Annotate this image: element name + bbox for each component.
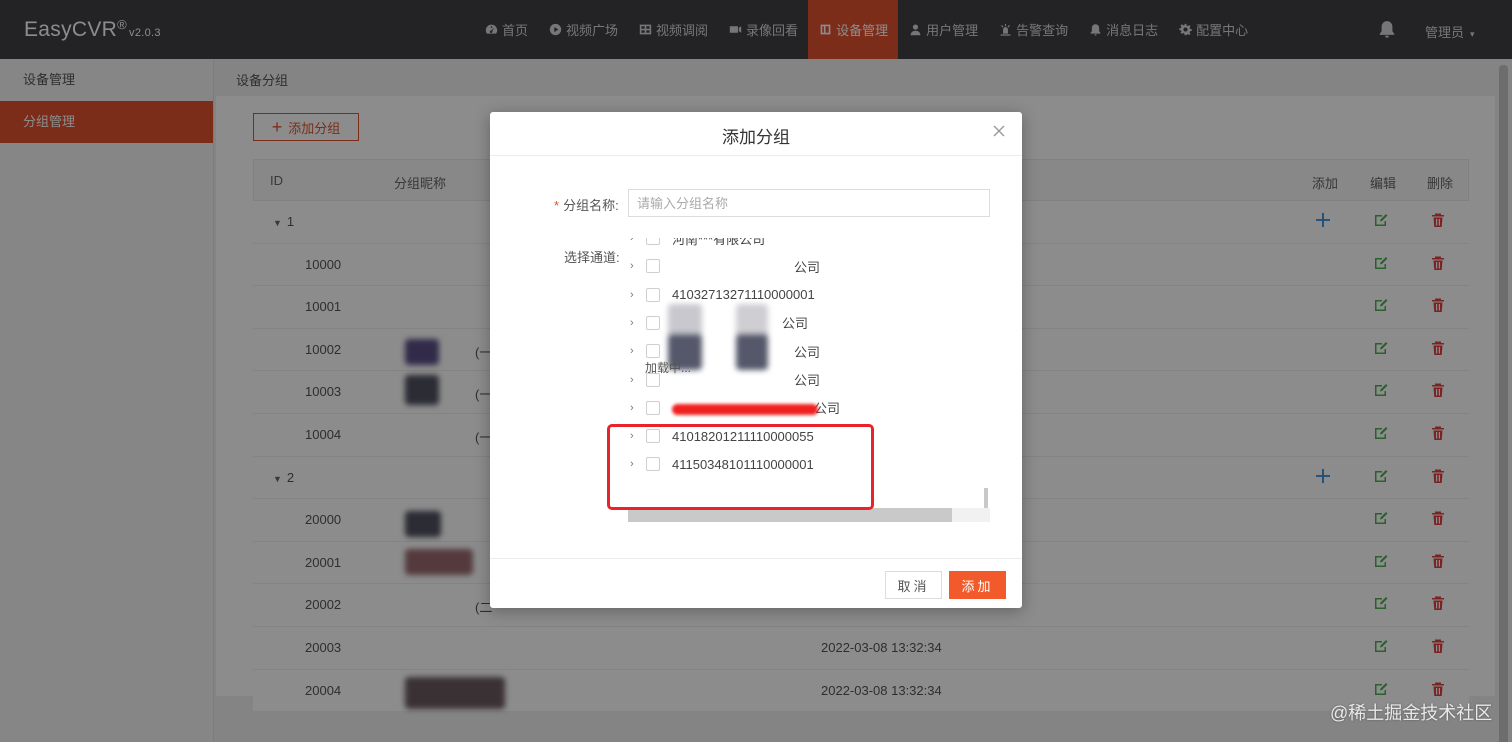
- annotation-highlight-box: [607, 424, 874, 510]
- tree-loading-text: 加载中...: [645, 361, 692, 375]
- chevron-right-icon[interactable]: ›: [630, 317, 640, 329]
- redaction-blur: [736, 304, 768, 336]
- group-name-label-text: 分组名称:: [563, 198, 619, 213]
- chevron-right-icon[interactable]: ›: [630, 374, 640, 386]
- tree-node-checkbox[interactable]: [646, 315, 660, 330]
- red-redaction-scribble: [672, 404, 818, 415]
- tree-node-label: 41032713271110000001: [672, 287, 815, 303]
- group-name-label: * 分组名称:: [554, 195, 619, 214]
- tree-node-checkbox[interactable]: [646, 287, 660, 302]
- close-icon[interactable]: [992, 124, 1008, 140]
- dialog-footer: 取消 添加: [490, 558, 1022, 608]
- tree-vertical-scrollbar[interactable]: [984, 238, 990, 518]
- redaction-blur: [736, 334, 768, 370]
- watermark: @稀土掘金技术社区: [1330, 703, 1493, 723]
- chevron-right-icon[interactable]: ›: [630, 238, 640, 244]
- confirm-add-button[interactable]: 添加: [949, 571, 1006, 599]
- scrollbar-thumb[interactable]: [628, 508, 952, 522]
- chevron-right-icon[interactable]: ›: [630, 402, 640, 414]
- dialog-header: 添加分组: [490, 112, 1022, 156]
- tree-node[interactable]: › 公司: [628, 252, 978, 280]
- tree-node-checkbox[interactable]: [646, 344, 660, 359]
- group-name-input[interactable]: [628, 189, 990, 217]
- tree-node-checkbox[interactable]: [646, 400, 660, 415]
- tree-node-label: 河南***有限公司: [672, 238, 766, 247]
- chevron-right-icon[interactable]: ›: [630, 289, 640, 301]
- channel-select-label: 选择通道:: [564, 250, 620, 265]
- required-mark: *: [554, 198, 560, 213]
- tree-node-checkbox[interactable]: [646, 238, 660, 245]
- tree-node[interactable]: › 河南***有限公司: [628, 238, 978, 252]
- cancel-button[interactable]: 取消: [885, 571, 942, 599]
- chevron-right-icon[interactable]: ›: [630, 260, 640, 272]
- tree-node-label: 公司: [794, 259, 821, 275]
- tree-node-label: 公司: [782, 316, 809, 332]
- tree-node-label: 公司: [794, 344, 821, 360]
- add-group-dialog: 添加分组 *分组名称: 选择通道: › 河南***有限公司 › 公司 › 41032713…: [490, 112, 1022, 608]
- tree-horizontal-scrollbar[interactable]: [628, 508, 990, 522]
- scrollbar-thumb[interactable]: [984, 488, 988, 508]
- tree-node-label: 公司: [794, 373, 821, 388]
- dialog-title: 添加分组: [722, 128, 790, 147]
- chevron-right-icon[interactable]: ›: [630, 345, 640, 357]
- tree-node-checkbox[interactable]: [646, 259, 660, 274]
- redaction-blur: [668, 304, 702, 336]
